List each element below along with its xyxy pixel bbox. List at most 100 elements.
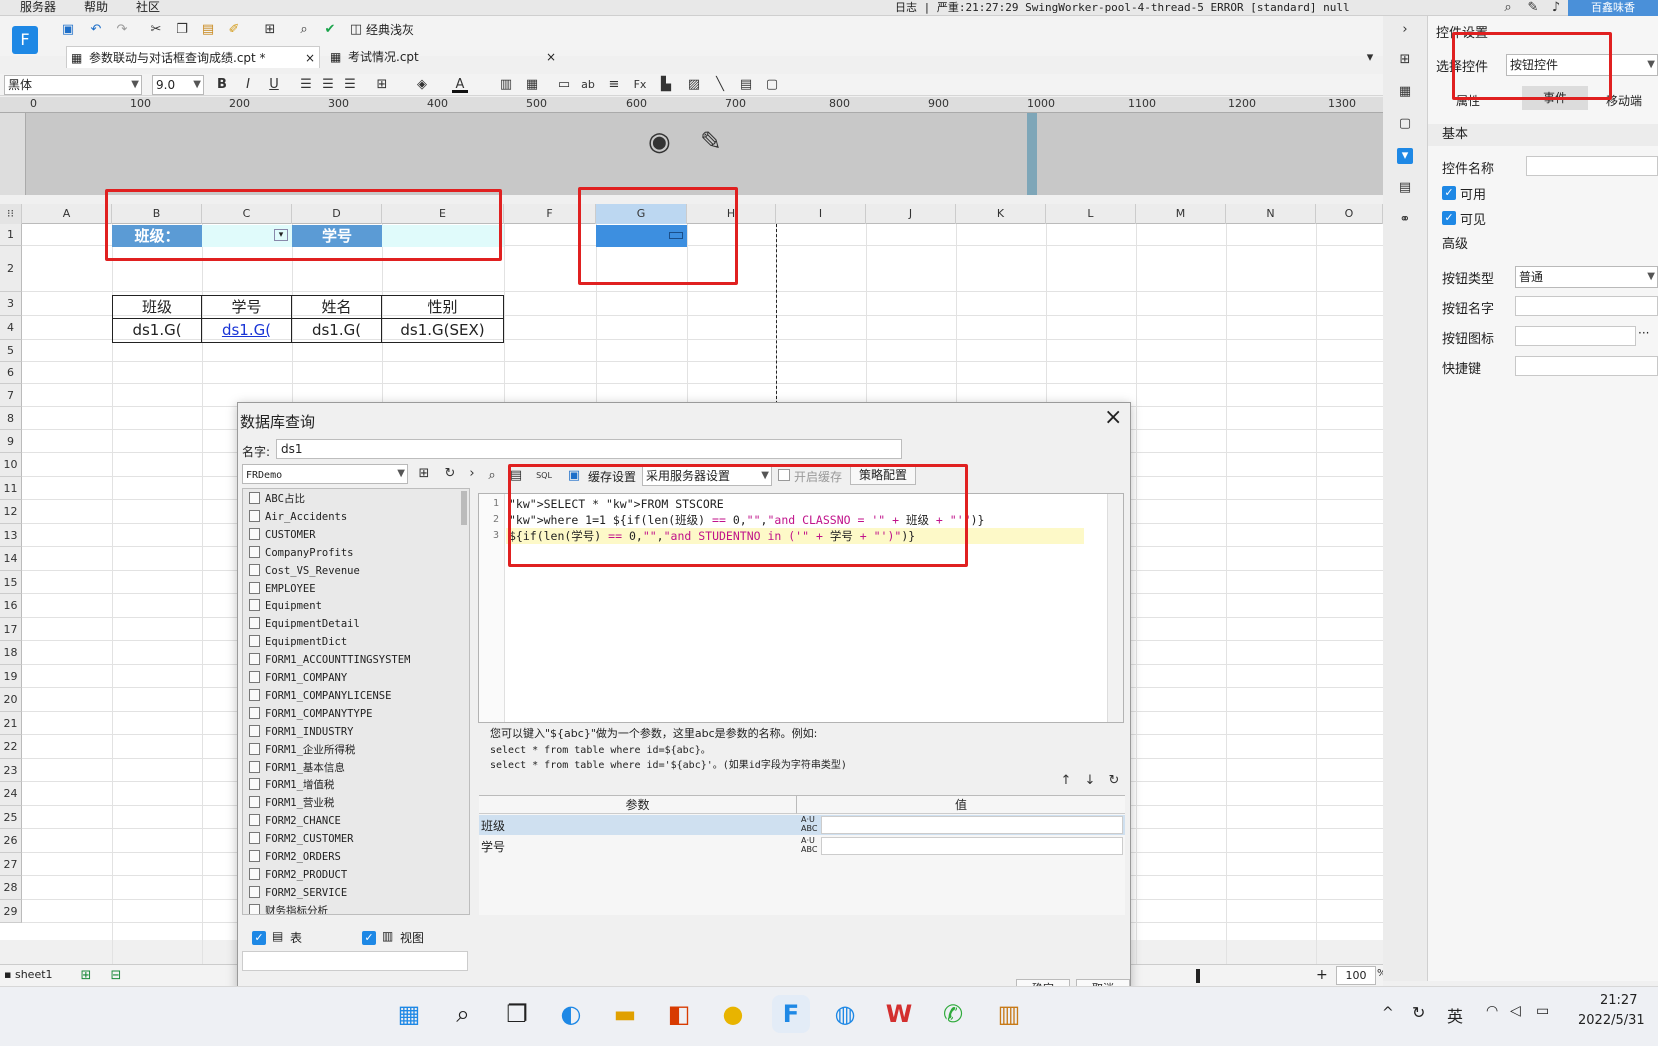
- search-icon[interactable]: ⌕: [444, 995, 482, 1033]
- paragraph-icon[interactable]: ≡: [606, 77, 622, 93]
- hide-eye-icon[interactable]: ◉: [648, 127, 671, 157]
- browse-icon[interactable]: ···: [1638, 326, 1649, 340]
- row-header[interactable]: 1: [0, 224, 22, 246]
- shortcut-input[interactable]: [1515, 356, 1658, 376]
- finereport-taskbar-icon[interactable]: F: [772, 995, 810, 1033]
- visible-checkbox[interactable]: ✓: [1442, 211, 1456, 225]
- wps-icon[interactable]: W: [880, 995, 918, 1033]
- zoom-input[interactable]: 100: [1336, 966, 1376, 985]
- save-icon[interactable]: ▣: [60, 22, 76, 38]
- move-down-icon[interactable]: ↓: [1082, 773, 1098, 789]
- tab-report-2[interactable]: ▦ 考试情况.cpt ×: [326, 46, 560, 68]
- tab-menu-icon[interactable]: ▾: [1362, 50, 1378, 66]
- expand-arrow-icon[interactable]: ›: [464, 466, 480, 482]
- param-value-input[interactable]: [821, 837, 1123, 855]
- row-header[interactable]: 18: [0, 641, 22, 665]
- list-item[interactable]: EquipmentDetail: [249, 616, 360, 633]
- scrollbar[interactable]: [461, 491, 467, 525]
- align-center-icon[interactable]: ☰: [320, 77, 336, 93]
- column-header-j[interactable]: J: [866, 204, 956, 224]
- slash-icon[interactable]: ╲: [712, 77, 728, 93]
- widget-settings-icon[interactable]: ▦: [1397, 84, 1413, 100]
- column-header-a[interactable]: A: [22, 204, 112, 224]
- button-icon-input[interactable]: [1515, 326, 1636, 346]
- preview-icon[interactable]: ⊞: [262, 22, 278, 38]
- type-icon[interactable]: A·U ABC: [801, 836, 817, 854]
- list-item[interactable]: FORM2_CUSTOMER: [249, 831, 354, 848]
- column-header-l[interactable]: L: [1046, 204, 1136, 224]
- section-advanced[interactable]: 高级: [1428, 234, 1658, 256]
- type-icon[interactable]: A·U ABC: [801, 815, 817, 833]
- preview-query-icon[interactable]: ⌕: [484, 468, 500, 484]
- editor-scrollbar[interactable]: [1107, 494, 1123, 722]
- clock-time[interactable]: 21:27: [1600, 993, 1637, 1008]
- fill-color-icon[interactable]: ◈: [414, 77, 430, 93]
- cut-icon[interactable]: ✂: [148, 22, 164, 38]
- align-left-icon[interactable]: ☰: [298, 77, 314, 93]
- list-item[interactable]: Cost_VS_Revenue: [249, 563, 360, 580]
- font-size-select[interactable]: 9.0 ▼: [152, 75, 204, 95]
- button-name-input[interactable]: [1515, 296, 1658, 316]
- cell-e4-field[interactable]: ds1.G(SEX): [382, 319, 504, 343]
- column-header-k[interactable]: K: [956, 204, 1046, 224]
- subreport-icon[interactable]: ▤: [738, 77, 754, 93]
- cell-b4-field[interactable]: ds1.G(: [112, 319, 202, 343]
- chevron-up-icon[interactable]: ^: [1382, 1005, 1394, 1021]
- list-item[interactable]: FORM1_增值税: [249, 777, 334, 794]
- row-header[interactable]: 9: [0, 430, 22, 453]
- row-header[interactable]: 14: [0, 547, 22, 571]
- view-checkbox[interactable]: ✓: [362, 931, 376, 945]
- row-header[interactable]: 8: [0, 407, 22, 430]
- refresh-icon[interactable]: ↻: [442, 466, 458, 482]
- cell-d3-header[interactable]: 姓名: [292, 295, 382, 319]
- row-header[interactable]: 12: [0, 500, 22, 524]
- parameter-pane[interactable]: ◉ ✎: [26, 113, 1383, 195]
- row-header[interactable]: 17: [0, 618, 22, 641]
- cell-b3-header[interactable]: 班级: [112, 295, 202, 319]
- edge-icon[interactable]: ◐: [552, 995, 590, 1033]
- row-header[interactable]: 29: [0, 900, 22, 923]
- row-header[interactable]: 3: [0, 292, 22, 316]
- table-checkbox[interactable]: ✓: [252, 931, 266, 945]
- list-item[interactable]: FORM2_PRODUCT: [249, 867, 347, 884]
- folder-icon[interactable]: ▬: [606, 995, 644, 1033]
- connection-select[interactable]: FRDemo ▼: [242, 464, 408, 484]
- row-header[interactable]: 5: [0, 340, 22, 362]
- chart-icon[interactable]: ▙: [658, 77, 674, 93]
- list-item[interactable]: Air_Accidents: [249, 509, 347, 526]
- row-header[interactable]: 27: [0, 853, 22, 876]
- list-item[interactable]: FORM1_COMPANY: [249, 670, 347, 687]
- task-view-icon[interactable]: ❐: [498, 995, 536, 1033]
- add-sheet-icon[interactable]: ⊞: [78, 968, 94, 984]
- list-item[interactable]: CUSTOMER: [249, 527, 316, 544]
- row-header[interactable]: 20: [0, 688, 22, 712]
- list-item[interactable]: FORM1_INDUSTRY: [249, 724, 354, 741]
- frame-icon[interactable]: ▢: [1397, 116, 1413, 132]
- zoom-in-icon[interactable]: +: [1316, 967, 1328, 983]
- wifi-icon[interactable]: ◠: [1486, 1003, 1498, 1019]
- refresh-params-icon[interactable]: ↻: [1106, 773, 1122, 789]
- list-item[interactable]: FORM2_ORDERS: [249, 849, 341, 866]
- table-list[interactable]: ABC占比 Air_Accidents CUSTOMER CompanyProfits…: [242, 488, 470, 915]
- copy-icon[interactable]: ❐: [174, 22, 190, 38]
- row-header[interactable]: 15: [0, 571, 22, 594]
- select-all-icon[interactable]: ⁝⁝: [0, 204, 22, 224]
- row-header[interactable]: 7: [0, 384, 22, 407]
- row-header[interactable]: 11: [0, 477, 22, 500]
- border-icon[interactable]: ⊞: [374, 77, 390, 93]
- image-icon[interactable]: ▨: [686, 77, 702, 93]
- format-brush-icon[interactable]: ✐: [226, 22, 242, 38]
- account-button[interactable]: 百鑫味香: [1568, 0, 1658, 16]
- log-status[interactable]: 日志 | 严重:21:27:29 SwingWorker-pool-4-thre…: [895, 0, 1350, 15]
- zoom-slider-thumb[interactable]: [1196, 969, 1200, 983]
- close-icon[interactable]: ×: [546, 46, 556, 68]
- cell-e3-header[interactable]: 性别: [382, 295, 504, 319]
- browser-icon[interactable]: ◍: [826, 995, 864, 1033]
- paste-icon[interactable]: ▤: [200, 22, 216, 38]
- list-item[interactable]: FORM2_CHANCE: [249, 813, 341, 830]
- row-header[interactable]: 21: [0, 712, 22, 735]
- menu-item-help[interactable]: 帮助: [84, 0, 108, 15]
- row-header[interactable]: 24: [0, 782, 22, 806]
- formula-icon[interactable]: Fx: [632, 77, 648, 93]
- battery-icon[interactable]: ▭: [1536, 1003, 1549, 1019]
